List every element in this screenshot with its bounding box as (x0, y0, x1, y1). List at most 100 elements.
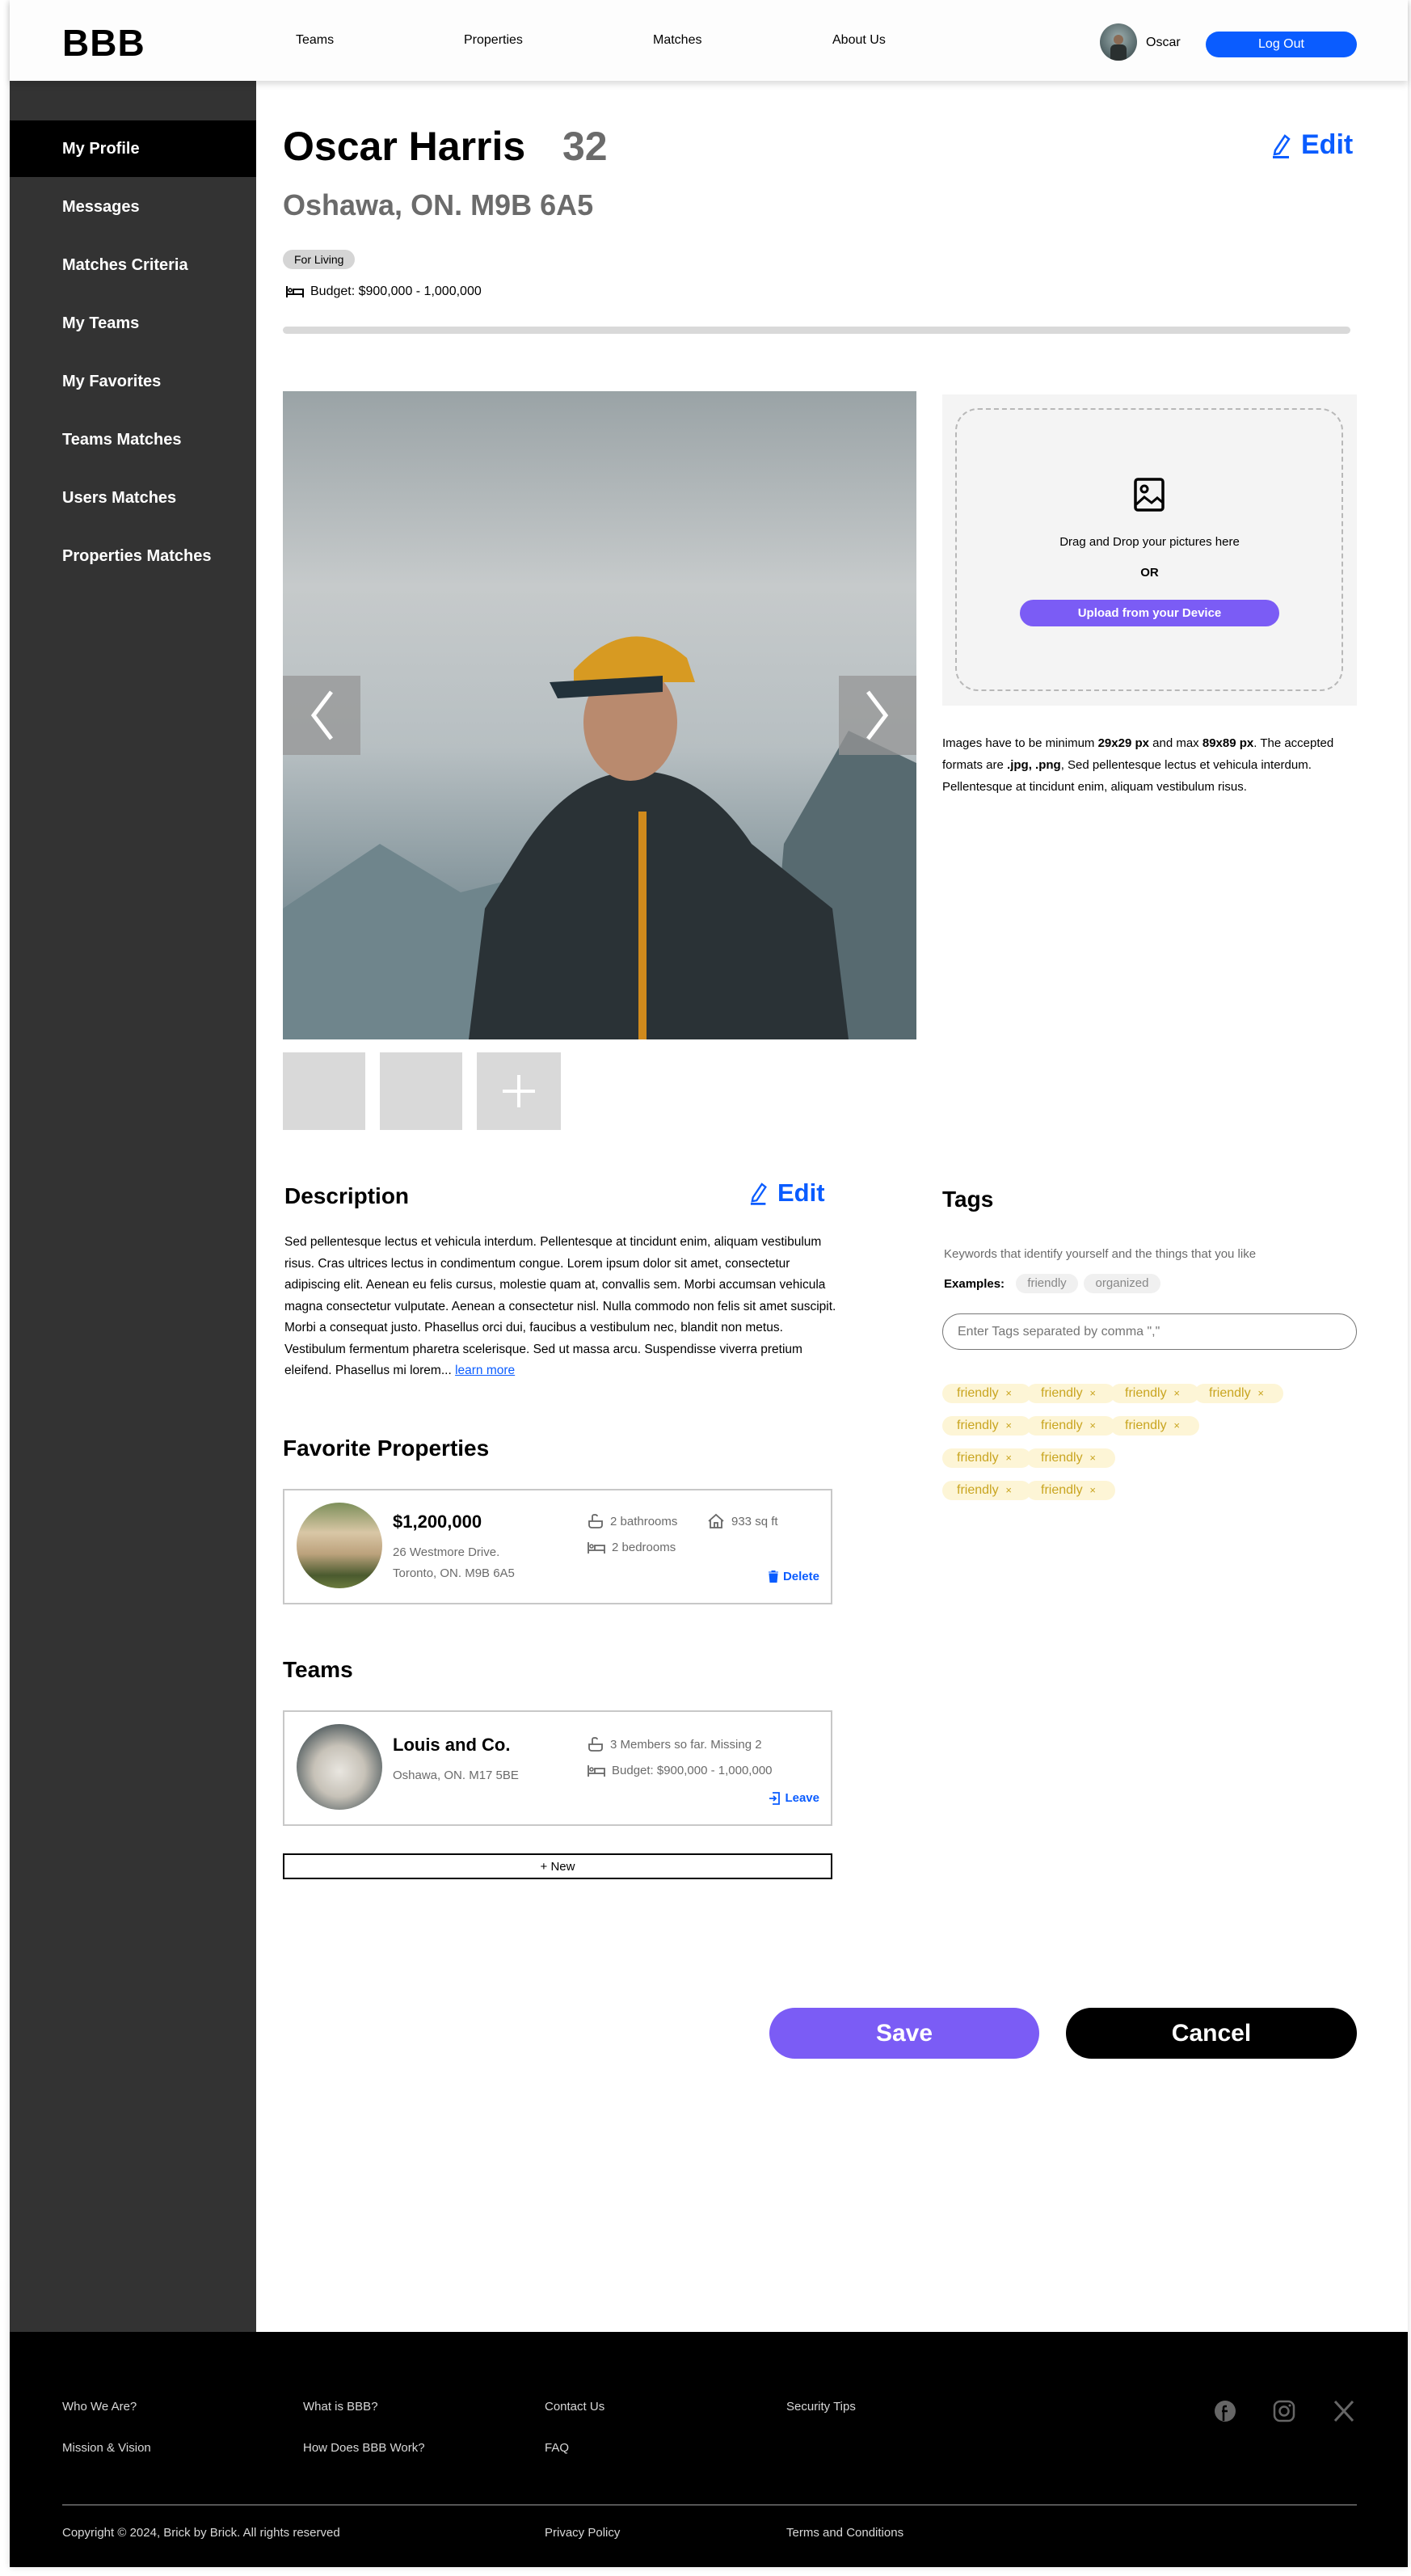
tag-pill: friendly × (1026, 1448, 1115, 1468)
remove-tag-icon[interactable]: × (1089, 1384, 1096, 1403)
sidebar-item-my-favorites[interactable]: My Favorites (10, 353, 256, 410)
tag-label: friendly (1041, 1419, 1083, 1432)
footer-link-faq[interactable]: FAQ (545, 2441, 569, 2455)
team-name: Louis and Co. (393, 1735, 511, 1755)
logo[interactable]: BBB (62, 21, 145, 65)
tags-title: Tags (942, 1187, 994, 1212)
top-header: BBB Teams Properties Matches About Us Os… (10, 0, 1408, 81)
sidebar-item-matches-criteria[interactable]: Matches Criteria (10, 237, 256, 293)
description-text: Sed pellentesque lectus et vehicula inte… (284, 1235, 836, 1377)
nav-properties[interactable]: Properties (464, 33, 523, 48)
remove-tag-icon[interactable]: × (1257, 1384, 1264, 1403)
image-icon (1134, 478, 1165, 512)
remove-tag-icon[interactable]: × (1089, 1448, 1096, 1468)
avatar[interactable] (1100, 23, 1137, 61)
examples-label: Examples: (944, 1277, 1005, 1291)
remove-tag-icon[interactable]: × (1005, 1481, 1012, 1500)
add-photo-button[interactable] (477, 1052, 561, 1130)
footer: Who We Are? What is BBB? Contact Us Secu… (10, 2332, 1408, 2567)
remove-tag-icon[interactable]: × (1089, 1416, 1096, 1436)
pencil-icon (750, 1181, 769, 1205)
facebook-icon[interactable] (1214, 2400, 1236, 2422)
team-photo (297, 1724, 382, 1810)
profile-edit-button[interactable]: Edit (1272, 129, 1353, 161)
remove-tag-icon[interactable]: × (1005, 1384, 1012, 1403)
tag-pill: friendly × (942, 1384, 1031, 1403)
tag-pill: friendly × (1110, 1384, 1199, 1403)
remove-tag-icon[interactable]: × (1005, 1416, 1012, 1436)
bathtub-icon (588, 1513, 604, 1529)
footer-link-contact-us[interactable]: Contact Us (545, 2400, 604, 2414)
edit-label: Edit (777, 1178, 825, 1207)
cancel-button[interactable]: Cancel (1066, 2008, 1357, 2059)
delete-property-button[interactable]: Delete (768, 1570, 819, 1583)
nav-teams[interactable]: Teams (296, 33, 334, 48)
property-photo (297, 1503, 382, 1588)
sidebar: My Profile Messages Matches Criteria My … (10, 81, 256, 2332)
property-card[interactable]: $1,200,000 26 Westmore Drive. Toronto, O… (283, 1489, 832, 1604)
pencil-icon (1272, 133, 1293, 158)
team-location: Oshawa, ON. M17 5BE (393, 1769, 519, 1782)
learn-more-link[interactable]: learn more (455, 1364, 515, 1377)
trash-icon (768, 1570, 778, 1583)
team-card[interactable]: Louis and Co. Oshawa, ON. M17 5BE 3 Memb… (283, 1710, 832, 1826)
footer-link-who-we-are[interactable]: Who We Are? (62, 2400, 137, 2414)
footer-link-how-bbb-works[interactable]: How Does BBB Work? (303, 2441, 425, 2455)
footer-link-security-tips[interactable]: Security Tips (786, 2400, 856, 2414)
nav-matches[interactable]: Matches (653, 33, 701, 48)
or-text: OR (1140, 566, 1159, 580)
team-members: 3 Members so far. Missing 2 (588, 1736, 762, 1752)
tag-pill: friendly × (942, 1416, 1031, 1436)
remove-tag-icon[interactable]: × (1173, 1384, 1180, 1403)
footer-link-mission-vision[interactable]: Mission & Vision (62, 2441, 151, 2455)
main-photo (283, 391, 916, 1039)
drag-drop-text: Drag and Drop your pictures here (1059, 535, 1240, 549)
carousel-next-button[interactable] (839, 676, 916, 755)
photo-thumbnail[interactable] (283, 1052, 365, 1130)
sidebar-item-teams-matches[interactable]: Teams Matches (10, 411, 256, 468)
carousel-prev-button[interactable] (283, 676, 360, 755)
instagram-icon[interactable] (1273, 2400, 1295, 2422)
sidebar-item-my-teams[interactable]: My Teams (10, 295, 256, 352)
footer-divider (62, 2504, 1357, 2506)
tag-label: friendly (1041, 1451, 1083, 1465)
tag-label: friendly (1041, 1483, 1083, 1497)
dropzone[interactable] (955, 408, 1343, 691)
logout-button[interactable]: Log Out (1206, 32, 1357, 57)
house-icon (707, 1513, 725, 1529)
remove-tag-icon[interactable]: × (1173, 1416, 1180, 1436)
tag-pill: friendly × (1026, 1416, 1115, 1436)
upload-device-button[interactable]: Upload from your Device (1020, 600, 1279, 626)
remove-tag-icon[interactable]: × (1005, 1448, 1012, 1468)
footer-link-what-is-bbb[interactable]: What is BBB? (303, 2400, 378, 2414)
tag-label: friendly (957, 1451, 999, 1465)
save-button[interactable]: Save (769, 2008, 1039, 2059)
tag-label: friendly (1125, 1386, 1167, 1400)
leave-team-button[interactable]: Leave (769, 1791, 819, 1805)
privacy-policy-link[interactable]: Privacy Policy (545, 2526, 620, 2540)
tag-label: friendly (957, 1483, 999, 1497)
tag-pill: friendly × (942, 1481, 1031, 1500)
terms-link[interactable]: Terms and Conditions (786, 2526, 903, 2540)
sidebar-item-users-matches[interactable]: Users Matches (10, 470, 256, 526)
new-team-button[interactable]: + New (283, 1853, 832, 1879)
nav-about-us[interactable]: About Us (832, 33, 886, 48)
sidebar-item-my-profile[interactable]: My Profile (10, 120, 256, 177)
budget-text: Budget: $900,000 - 1,000,000 (310, 285, 482, 298)
tag-pill: friendly × (1026, 1384, 1115, 1403)
description-edit-button[interactable]: Edit (750, 1178, 825, 1208)
profile-age: 32 (562, 124, 608, 169)
photo-thumbnail[interactable] (380, 1052, 462, 1130)
user-name[interactable]: Oscar (1146, 36, 1181, 50)
tag-label: friendly (1041, 1386, 1083, 1400)
example-tag: friendly (1016, 1274, 1078, 1293)
tags-input[interactable] (942, 1313, 1357, 1350)
sidebar-item-properties-matches[interactable]: Properties Matches (10, 528, 256, 584)
remove-tag-icon[interactable]: × (1089, 1481, 1096, 1500)
sidebar-item-messages[interactable]: Messages (10, 179, 256, 235)
bed-icon (588, 1541, 605, 1554)
x-twitter-icon[interactable] (1333, 2400, 1355, 2422)
profile-progress-bar (283, 327, 1350, 334)
tag-label: friendly (957, 1386, 999, 1400)
tag-label: friendly (1125, 1419, 1167, 1432)
